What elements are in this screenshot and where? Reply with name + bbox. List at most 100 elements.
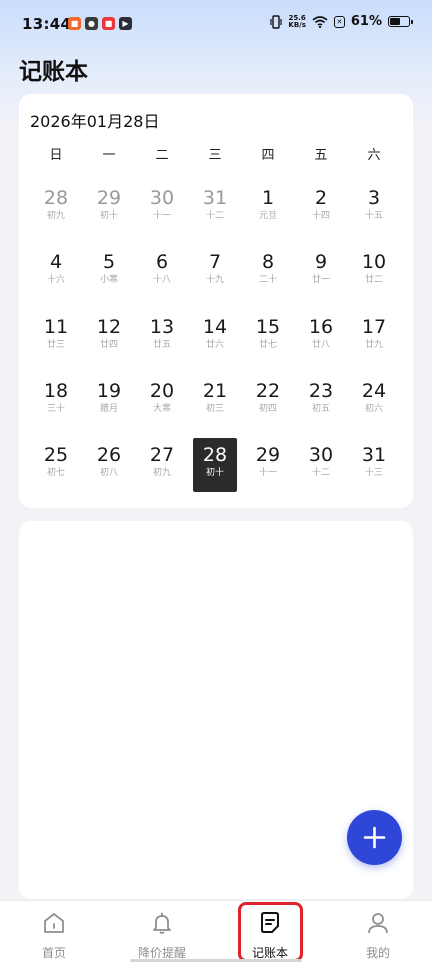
calendar-day[interactable]: 29 十一 <box>246 438 290 492</box>
day-number: 16 <box>308 316 334 338</box>
day-number: 4 <box>49 251 63 273</box>
lunar-date: 十一 <box>152 211 171 221</box>
lunar-date: 初四 <box>258 404 277 414</box>
day-number: 26 <box>96 444 122 466</box>
calendar-day[interactable]: 11 廿三 <box>34 310 78 364</box>
lunar-date: 廿六 <box>205 340 224 350</box>
calendar-day[interactable]: 30 十二 <box>299 438 343 492</box>
calendar-day[interactable]: 9 廿一 <box>299 245 343 299</box>
calendar-day[interactable]: 25 初七 <box>34 438 78 492</box>
calendar-day[interactable]: 22 初四 <box>246 374 290 428</box>
calendar-day[interactable]: 4 十六 <box>34 245 78 299</box>
calendar-day[interactable]: 2 十四 <box>299 181 343 235</box>
person-icon <box>368 913 388 934</box>
calendar-day[interactable]: 19 腊月 <box>87 374 131 428</box>
calendar-day[interactable]: 28 初九 <box>34 181 78 235</box>
lunar-date: 初九 <box>152 468 171 478</box>
calendar-day[interactable]: 3 十五 <box>352 181 396 235</box>
calendar-day[interactable]: 6 十八 <box>140 245 184 299</box>
calendar-day[interactable]: 31 十三 <box>352 438 396 492</box>
lunar-date: 初十 <box>99 211 118 221</box>
day-number: 24 <box>361 380 387 402</box>
day-number: 10 <box>361 251 387 273</box>
calendar-day[interactable]: 14 廿六 <box>193 310 237 364</box>
lunar-date: 初五 <box>311 404 330 414</box>
lunar-date: 十二 <box>311 468 330 478</box>
app-notification-icon: ■ <box>102 17 115 30</box>
weekday-header: 日一二三四五六 <box>19 144 413 164</box>
day-number: 2 <box>314 187 328 209</box>
weekday-label: 二 <box>155 148 169 163</box>
day-number: 25 <box>43 444 69 466</box>
calendar-day[interactable]: 23 初五 <box>299 374 343 428</box>
battery-icon <box>388 16 413 27</box>
day-number: 17 <box>361 316 387 338</box>
calendar-day[interactable]: 27 初九 <box>140 438 184 492</box>
calendar-card: 2026年01月28日 日一二三四五六 28 初九 29 初十 30 十一 31 十二 1 元旦 2… <box>19 94 413 508</box>
weekday-label: 六 <box>367 148 381 163</box>
calendar-day[interactable]: 30 十一 <box>140 181 184 235</box>
calendar-day-selected[interactable]: 28 初十 <box>193 438 237 492</box>
day-number: 29 <box>255 444 281 466</box>
weekday-label: 五 <box>314 148 328 163</box>
calendar-day[interactable]: 18 三十 <box>34 374 78 428</box>
battery-fill <box>390 18 400 25</box>
day-number: 31 <box>202 187 228 209</box>
bottom-nav: 首页 降价提醒 记账本 我的 <box>0 900 432 964</box>
day-number: 5 <box>102 251 116 273</box>
network-speed: 25.6 KB/s <box>288 14 305 29</box>
day-number: 28 <box>43 187 69 209</box>
status-right: 25.6 KB/s ✕ 61% <box>270 14 413 29</box>
calendar-day[interactable]: 21 初三 <box>193 374 237 428</box>
home-indicator <box>130 959 302 962</box>
lunar-date: 三十 <box>46 404 65 414</box>
lunar-date: 初十 <box>205 468 224 478</box>
lunar-date: 廿四 <box>99 340 118 350</box>
battery-percent: 61% <box>350 14 382 29</box>
add-entry-button[interactable] <box>347 810 402 865</box>
highlight-annotation <box>238 902 303 962</box>
calendar-date-heading[interactable]: 2026年01月28日 <box>30 108 159 132</box>
lunar-date: 廿三 <box>46 340 65 350</box>
day-number: 18 <box>43 380 69 402</box>
lunar-date: 十四 <box>311 211 330 221</box>
lunar-date: 廿一 <box>311 275 330 285</box>
calendar-day[interactable]: 17 廿九 <box>352 310 396 364</box>
calendar-day[interactable]: 10 廿二 <box>352 245 396 299</box>
lunar-date: 十五 <box>364 211 383 221</box>
home-icon <box>44 913 64 933</box>
nav-profile[interactable]: 我的 <box>338 901 418 964</box>
calendar-day[interactable]: 15 廿七 <box>246 310 290 364</box>
calendar-day[interactable]: 31 十二 <box>193 181 237 235</box>
calendar-day[interactable]: 20 大寒 <box>140 374 184 428</box>
calendar-day[interactable]: 13 廿五 <box>140 310 184 364</box>
calendar-day[interactable]: 26 初八 <box>87 438 131 492</box>
calendar-day[interactable]: 7 十九 <box>193 245 237 299</box>
weekday-label: 一 <box>102 148 116 163</box>
calendar-day[interactable]: 1 元旦 <box>246 181 290 235</box>
lunar-date: 十三 <box>364 468 383 478</box>
lunar-date: 腊月 <box>99 404 118 414</box>
calendar-day[interactable]: 5 小寒 <box>87 245 131 299</box>
calendar-day[interactable]: 8 二十 <box>246 245 290 299</box>
calendar-day[interactable]: 29 初十 <box>87 181 131 235</box>
weekday-label: 四 <box>261 148 275 163</box>
day-number: 6 <box>155 251 169 273</box>
lunar-date: 小寒 <box>99 275 118 285</box>
nav-home[interactable]: 首页 <box>14 901 94 964</box>
calendar-day[interactable]: 16 廿八 <box>299 310 343 364</box>
lunar-date: 元旦 <box>258 211 277 221</box>
weekday-label: 三 <box>208 148 222 163</box>
vibrate-icon <box>270 14 282 29</box>
lunar-date: 廿九 <box>364 340 383 350</box>
sim-off-icon: ✕ <box>333 15 345 28</box>
calendar-day[interactable]: 24 初六 <box>352 374 396 428</box>
lunar-date: 十二 <box>205 211 224 221</box>
bell-icon <box>153 912 171 934</box>
status-time: 13:44 <box>22 15 72 33</box>
nav-price-alert[interactable]: 降价提醒 <box>122 901 202 964</box>
calendar-day[interactable]: 12 廿四 <box>87 310 131 364</box>
day-number: 8 <box>261 251 275 273</box>
day-number: 13 <box>149 316 175 338</box>
lunar-date: 廿八 <box>311 340 330 350</box>
